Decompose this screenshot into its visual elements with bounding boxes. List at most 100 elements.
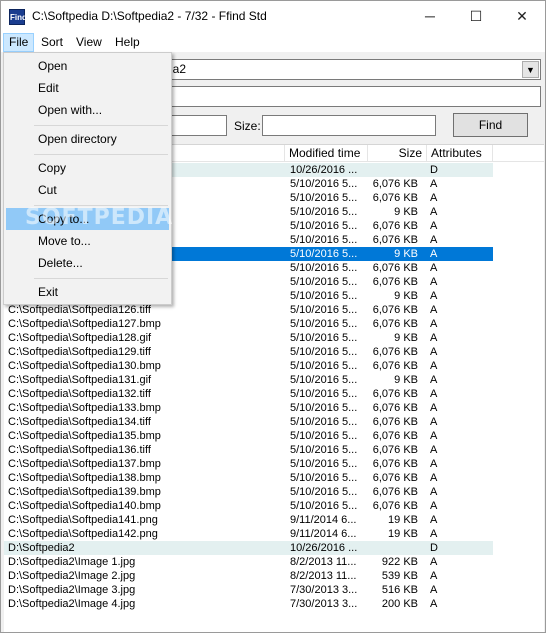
row-size-cell: 6,076 KB — [372, 444, 418, 456]
column-attributes[interactable]: Attributes — [427, 145, 493, 162]
table-row[interactable]: C:\Softpedia\Softpedia141.png 9/11/2014 6… — [4, 513, 493, 527]
menu-item-copy[interactable]: Copy — [6, 157, 169, 179]
app-window: Find C:\Softpedia D:\Softpedia2 - 7/32 -… — [0, 0, 546, 633]
close-button[interactable]: ✕ — [499, 1, 545, 32]
row-attributes-cell: A — [430, 528, 438, 540]
menu-item-open-with[interactable]: Open with... — [6, 99, 169, 121]
menu-item-move-to[interactable]: Move to... — [6, 230, 169, 252]
row-modified-cell: 5/10/2016 5... — [290, 486, 358, 498]
table-row[interactable]: D:\Softpedia2\Image 1.jpg 8/2/2013 11... 9… — [4, 555, 493, 569]
table-row[interactable]: C:\Softpedia\Softpedia130.bmp 5/10/2016 5… — [4, 359, 493, 373]
table-row[interactable]: C:\Softpedia\Softpedia136.tiff 5/10/2016 … — [4, 443, 493, 457]
row-attributes-cell: A — [430, 584, 438, 596]
minimize-button[interactable]: ─ — [407, 1, 453, 32]
row-modified-cell: 5/10/2016 5... — [290, 444, 358, 456]
row-size-cell: 19 KB — [388, 528, 418, 540]
row-size-cell: 9 KB — [394, 374, 418, 386]
row-name-cell: C:\Softpedia\Softpedia141.png — [8, 514, 158, 526]
row-modified-cell: 5/10/2016 5... — [290, 178, 358, 190]
menu-view[interactable]: View — [71, 33, 107, 52]
row-attributes-cell: A — [430, 458, 438, 470]
row-name-cell: C:\Softpedia\Softpedia139.bmp — [8, 486, 161, 498]
menu-item-delete[interactable]: Delete... — [6, 252, 169, 274]
row-attributes-cell: A — [430, 444, 438, 456]
row-size-cell: 6,076 KB — [372, 262, 418, 274]
row-attributes-cell: A — [430, 472, 438, 484]
row-name-cell: D:\Softpedia2\Image 3.jpg — [8, 584, 136, 596]
find-button[interactable]: Find — [453, 113, 528, 137]
row-size-cell: 6,076 KB — [372, 430, 418, 442]
row-name-cell: C:\Softpedia\Softpedia135.bmp — [8, 430, 161, 442]
chevron-down-icon[interactable]: ▼ — [522, 61, 539, 78]
table-row[interactable]: D:\Softpedia2 10/26/2016 ... D — [4, 541, 493, 555]
menu-item-exit[interactable]: Exit — [6, 281, 169, 303]
row-modified-cell: 5/10/2016 5... — [290, 374, 358, 386]
menu-item-open-directory[interactable]: Open directory — [6, 128, 169, 150]
table-row[interactable]: C:\Softpedia\Softpedia138.bmp 5/10/2016 5… — [4, 471, 493, 485]
table-row[interactable]: C:\Softpedia\Softpedia139.bmp 5/10/2016 5… — [4, 485, 493, 499]
row-size-cell: 19 KB — [388, 514, 418, 526]
row-attributes-cell: A — [430, 500, 438, 512]
row-attributes-cell: A — [430, 332, 438, 344]
table-row[interactable]: C:\Softpedia\Softpedia134.tiff 5/10/2016 … — [4, 415, 493, 429]
table-row[interactable]: C:\Softpedia\Softpedia129.tiff 5/10/2016 … — [4, 345, 493, 359]
app-icon: Find — [9, 9, 27, 25]
table-row[interactable]: C:\Softpedia\Softpedia135.bmp 5/10/2016 5… — [4, 429, 493, 443]
row-attributes-cell: A — [430, 416, 438, 428]
size-input[interactable] — [262, 115, 436, 136]
title-bar[interactable]: Find C:\Softpedia D:\Softpedia2 - 7/32 -… — [1, 1, 545, 32]
row-size-cell: 200 KB — [381, 598, 418, 610]
row-size-cell: 6,076 KB — [372, 416, 418, 428]
table-row[interactable]: C:\Softpedia\Softpedia142.png 9/11/2014 6… — [4, 527, 493, 541]
row-modified-cell: 5/10/2016 5... — [290, 220, 358, 232]
row-name-cell: C:\Softpedia\Softpedia136.tiff — [8, 444, 151, 456]
row-attributes-cell: A — [430, 570, 438, 582]
row-modified-cell: 5/10/2016 5... — [290, 360, 358, 372]
table-row[interactable]: C:\Softpedia\Softpedia137.bmp 5/10/2016 5… — [4, 457, 493, 471]
table-row[interactable]: D:\Softpedia2\Image 4.jpg 7/30/2013 3... 2… — [4, 597, 493, 611]
row-attributes-cell: A — [430, 374, 438, 386]
menu-item-open[interactable]: Open — [6, 55, 169, 77]
row-modified-cell: 5/10/2016 5... — [290, 500, 358, 512]
row-attributes-cell: A — [430, 192, 438, 204]
table-row[interactable]: C:\Softpedia\Softpedia126.tiff 5/10/2016 … — [4, 303, 493, 317]
row-attributes-cell: A — [430, 304, 438, 316]
row-attributes-cell: D — [430, 542, 438, 554]
row-size-cell: 6,076 KB — [372, 346, 418, 358]
table-row[interactable]: C:\Softpedia\Softpedia131.gif 5/10/2016 5… — [4, 373, 493, 387]
row-name-cell: C:\Softpedia\Softpedia134.tiff — [8, 416, 151, 428]
column-size[interactable]: Size — [368, 145, 427, 162]
row-size-cell: 9 KB — [394, 248, 418, 260]
row-size-cell: 9 KB — [394, 206, 418, 218]
row-name-cell: C:\Softpedia\Softpedia131.gif — [8, 374, 152, 386]
path-select[interactable]: ia2 ▼ — [161, 59, 541, 80]
row-size-cell: 6,076 KB — [372, 458, 418, 470]
menu-help[interactable]: Help — [110, 33, 145, 52]
table-row[interactable]: C:\Softpedia\Softpedia127.bmp 5/10/2016 5… — [4, 317, 493, 331]
column-modified[interactable]: Modified time — [285, 145, 368, 162]
row-size-cell: 6,076 KB — [372, 500, 418, 512]
menu-item-edit[interactable]: Edit — [6, 77, 169, 99]
row-attributes-cell: A — [430, 220, 438, 232]
table-row[interactable]: D:\Softpedia2\Image 2.jpg 8/2/2013 11... 5… — [4, 569, 493, 583]
menu-item-cut[interactable]: Cut — [6, 179, 169, 201]
menu-sort[interactable]: Sort — [36, 33, 68, 52]
row-size-cell: 6,076 KB — [372, 178, 418, 190]
row-modified-cell: 5/10/2016 5... — [290, 472, 358, 484]
pattern-input[interactable] — [161, 86, 541, 107]
table-row[interactable]: C:\Softpedia\Softpedia140.bmp 5/10/2016 5… — [4, 499, 493, 513]
table-row[interactable]: C:\Softpedia\Softpedia132.tiff 5/10/2016 … — [4, 387, 493, 401]
window-title: C:\Softpedia D:\Softpedia2 - 7/32 - Ffin… — [32, 9, 267, 23]
row-name-cell: C:\Softpedia\Softpedia128.gif — [8, 332, 152, 344]
menu-file[interactable]: File — [3, 33, 35, 52]
table-row[interactable]: C:\Softpedia\Softpedia133.bmp 5/10/2016 5… — [4, 401, 493, 415]
table-row[interactable]: C:\Softpedia\Softpedia128.gif 5/10/2016 5… — [4, 331, 493, 345]
row-size-cell: 6,076 KB — [372, 318, 418, 330]
table-row[interactable]: D:\Softpedia2\Image 3.jpg 7/30/2013 3... 5… — [4, 583, 493, 597]
row-size-cell: 6,076 KB — [372, 304, 418, 316]
maximize-button[interactable]: ☐ — [453, 1, 499, 32]
file-menu-dropdown: Open Edit Open with... Open directory Co… — [3, 52, 172, 305]
watermark: SOFTPEDIA — [25, 205, 174, 230]
row-size-cell: 6,076 KB — [372, 388, 418, 400]
row-modified-cell: 5/10/2016 5... — [290, 262, 358, 274]
